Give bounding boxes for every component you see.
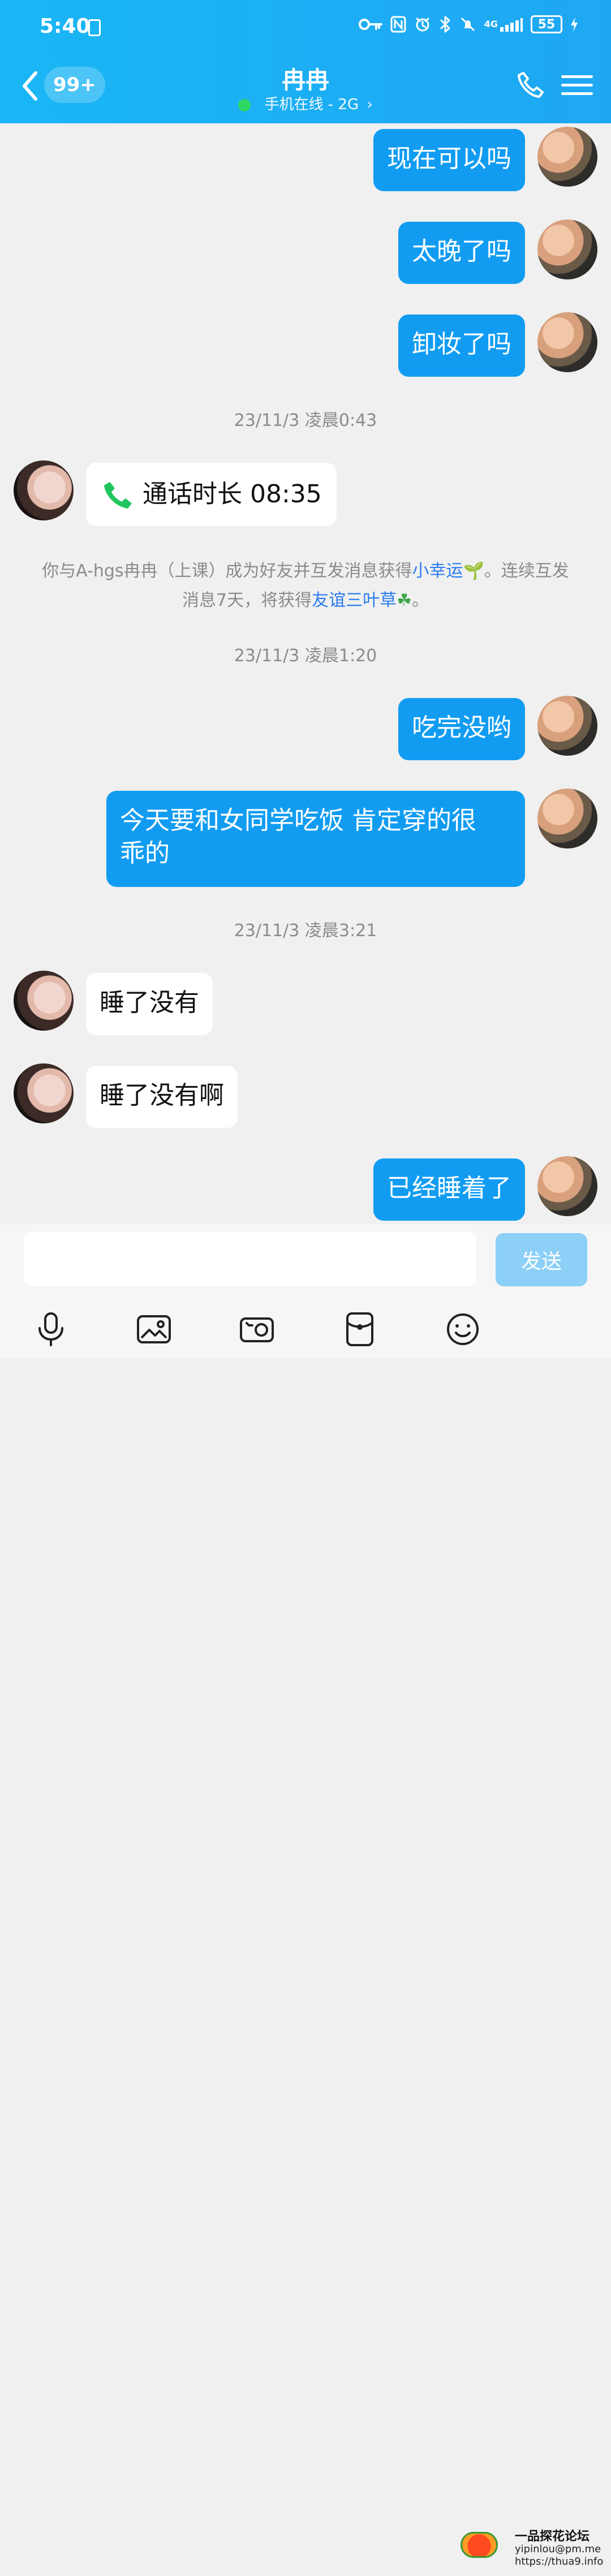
my-message-bubble[interactable]: 现在可以吗 — [373, 129, 525, 191]
menu-line — [561, 92, 593, 95]
menu-line — [561, 83, 593, 87]
camera-icon[interactable] — [239, 1311, 275, 1347]
menu-line — [561, 75, 593, 78]
watermark-line-1: yipinlou@pm.me — [515, 2543, 601, 2555]
my-message-bubble[interactable]: 卸妆了吗 — [398, 315, 525, 377]
clover-icon: ☘ — [397, 591, 412, 610]
watermark-line-2: https://thua9.info — [515, 2556, 604, 2568]
contact-avatar[interactable] — [14, 1063, 74, 1123]
signal-icon: 4G — [484, 15, 523, 34]
my-avatar[interactable] — [537, 789, 597, 848]
contact-message-bubble[interactable]: 睡了没有啊 — [86, 1066, 238, 1128]
status-icons: 4G 55 — [358, 15, 578, 34]
clover-link[interactable]: 友谊三叶草 — [312, 591, 397, 610]
image-icon[interactable] — [136, 1311, 172, 1347]
alarm-icon — [414, 15, 431, 34]
send-button[interactable]: 发送 — [496, 1233, 587, 1286]
chevron-right-icon: › — [367, 96, 373, 113]
phone-icon — [518, 72, 544, 98]
my-avatar[interactable] — [537, 312, 597, 372]
hourglass-icon — [88, 19, 101, 36]
watermark-title: 一品探花论坛 — [515, 2530, 590, 2544]
timestamp-separator: 23/11/3 凌晨1:20 — [234, 646, 377, 666]
call-duration-text: 通话时长 08:35 — [143, 480, 322, 509]
my-avatar[interactable] — [537, 219, 597, 279]
bell-off-icon — [459, 15, 476, 34]
my-message-bubble[interactable]: 已经睡着了 — [373, 1158, 525, 1221]
notice-text-1: 你与A-hgs冉冉（上课）成为好友并互发消息获得 — [42, 561, 412, 581]
timestamp-separator: 23/11/3 凌晨3:21 — [234, 921, 377, 941]
sprout-icon: 🌱 — [463, 561, 484, 581]
status-time: 5:40 — [40, 15, 91, 38]
emoji-icon[interactable] — [445, 1311, 481, 1347]
contact-status-text: 手机在线 - 2G — [264, 96, 359, 113]
my-avatar[interactable] — [537, 127, 597, 187]
key-icon — [358, 15, 382, 34]
contact-message-bubble[interactable]: 睡了没有 — [86, 973, 213, 1035]
my-message-bubble[interactable]: 太晚了吗 — [398, 222, 525, 284]
menu-button[interactable] — [561, 67, 593, 103]
call-record-bubble[interactable]: 通话时长 08:35 — [86, 463, 337, 526]
my-message-bubble[interactable]: 今天要和女同学吃饭 肯定穿的很 乖的 — [106, 791, 525, 887]
my-avatar[interactable] — [537, 1156, 597, 1216]
chat-message-list[interactable]: 现在可以吗 太晚了吗 卸妆了吗 23/11/3 凌晨0:43 通话时长 08:3… — [0, 123, 611, 1224]
red-packet-icon[interactable] — [342, 1311, 378, 1347]
timestamp-separator: 23/11/3 凌晨0:43 — [234, 411, 377, 430]
system-notice: 你与A-hgs冉冉（上课）成为好友并互发消息获得小幸运🌱。连续互发消息7天，将获… — [34, 557, 577, 615]
bluetooth-icon — [439, 15, 451, 34]
message-composer: 发送 一品探花论坛 yipinlou@pm.me https://thua9.i… — [0, 1224, 611, 2568]
notice-text-3: 。 — [412, 591, 429, 610]
voice-call-button[interactable] — [513, 67, 549, 103]
chat-header: 5:40 4G 55 99+ 冉冉 手机在线 - 2G › — [0, 0, 611, 123]
phone-call-icon — [101, 479, 132, 510]
message-input[interactable] — [24, 1232, 476, 1286]
mic-icon[interactable] — [33, 1311, 69, 1347]
watermark: 一品探花论坛 yipinlou@pm.me https://thua9.info — [461, 2531, 603, 2576]
lucky-link[interactable]: 小幸运 — [412, 561, 463, 581]
nfc-icon — [390, 15, 406, 34]
online-dot-icon — [238, 98, 251, 111]
my-message-bubble[interactable]: 吃完没哟 — [398, 698, 525, 760]
status-bar: 5:40 4G 55 — [0, 0, 611, 57]
my-avatar[interactable] — [537, 696, 597, 756]
charging-icon — [570, 15, 578, 34]
network-type: 4G — [484, 19, 498, 29]
contact-avatar[interactable] — [14, 971, 74, 1031]
contact-avatar[interactable] — [14, 460, 74, 520]
battery-level: 55 — [537, 17, 556, 32]
watermark-text: 一品探花论坛 yipinlou@pm.me https://thua9.info — [515, 2531, 603, 2568]
battery-icon: 55 — [531, 15, 562, 33]
composer-toolbar — [0, 1301, 611, 1358]
watermark-logo — [461, 2532, 498, 2558]
